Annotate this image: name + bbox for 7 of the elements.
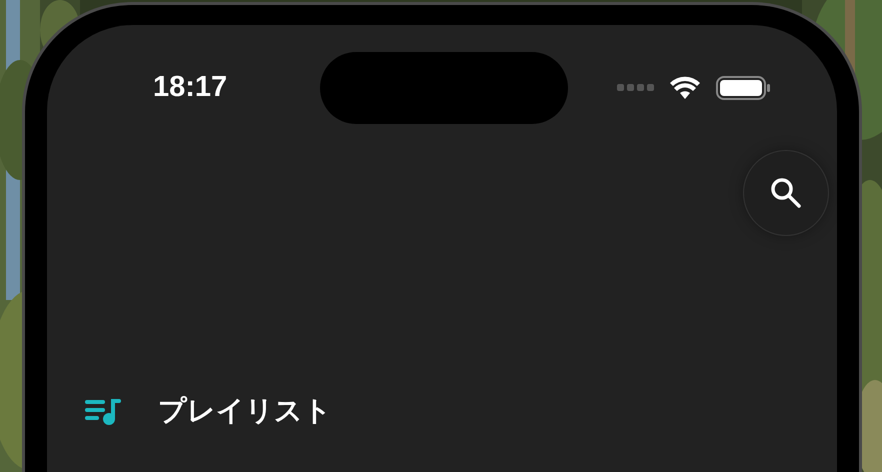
status-time: 18:17 <box>153 70 228 106</box>
playlist-icon <box>85 397 121 425</box>
section-title: プレイリスト <box>158 393 332 429</box>
wifi-icon <box>670 76 700 100</box>
search-icon <box>769 176 803 210</box>
signal-icon <box>617 84 654 92</box>
battery-icon <box>716 76 772 100</box>
